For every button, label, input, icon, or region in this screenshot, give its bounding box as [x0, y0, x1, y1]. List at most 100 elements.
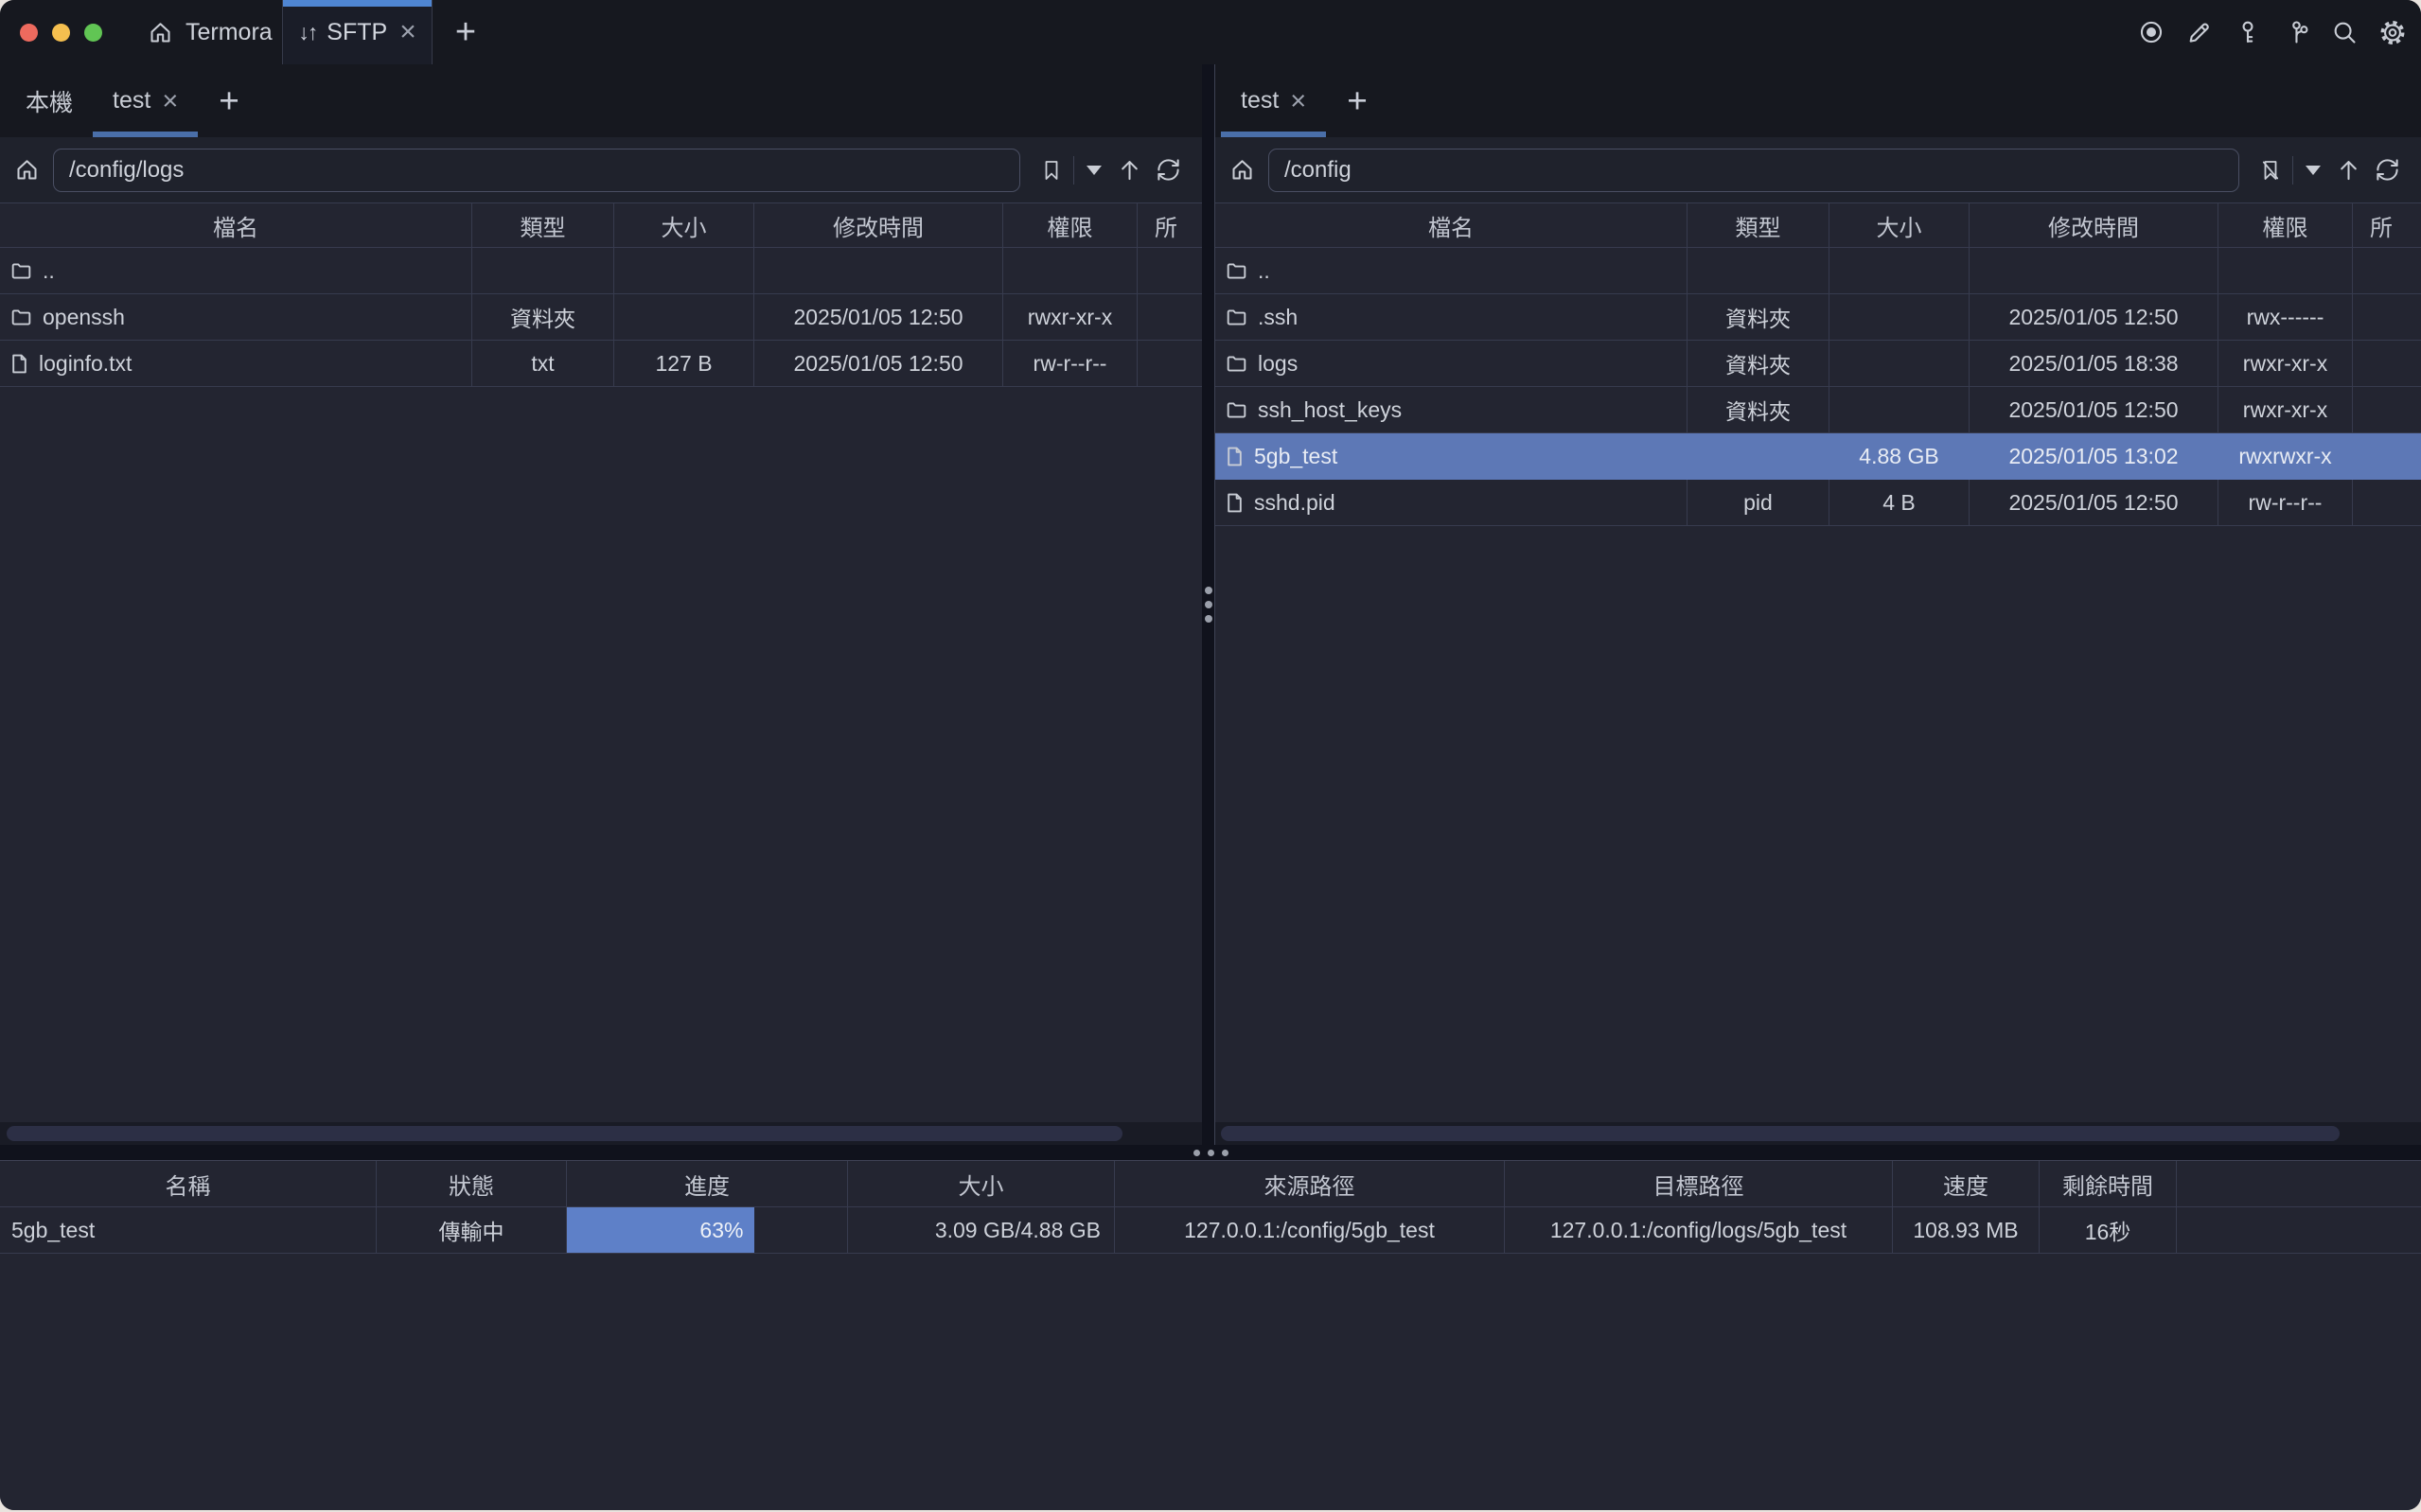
left-file-table: 檔名 類型 大小 修改時間 權限 所 .. openssh [0, 202, 1202, 1145]
column-header-size[interactable]: 大小 [848, 1161, 1115, 1207]
close-tab-icon[interactable]: × [399, 23, 416, 42]
right-pane: test × + [1215, 64, 2421, 1145]
column-header-remaining[interactable]: 剩餘時間 [2040, 1161, 2177, 1207]
folder-icon [1227, 262, 1246, 280]
file-icon [1227, 447, 1243, 466]
pane-splitter[interactable] [1202, 64, 1215, 1145]
file-icon [11, 354, 27, 374]
record-icon[interactable] [2138, 19, 2165, 45]
column-header-size[interactable]: 大小 [1829, 203, 1970, 247]
folder-icon [1227, 401, 1246, 419]
path-input[interactable] [1268, 149, 2239, 192]
transfers-splitter[interactable] [0, 1145, 2421, 1161]
file-name: .ssh [1258, 305, 1298, 330]
key-icon[interactable] [2235, 19, 2261, 45]
file-row[interactable]: .ssh 資料夾 2025/01/05 12:50 rwx------ [1215, 294, 2421, 341]
transfer-source-path: 127.0.0.1:/config/5gb_test [1115, 1207, 1505, 1254]
file-icon [1227, 493, 1243, 513]
close-icon[interactable]: × [162, 92, 178, 111]
close-icon[interactable]: × [1290, 92, 1306, 111]
file-row[interactable]: .. [1215, 248, 2421, 294]
file-row[interactable]: .. [0, 248, 1202, 294]
file-row[interactable]: openssh 資料夾 2025/01/05 12:50 rwxr-xr-x [0, 294, 1202, 341]
app-tab-label: Termora [186, 19, 273, 46]
transfer-spacer [2177, 1207, 2421, 1254]
titlebar-toolbar [2138, 0, 2406, 64]
bookmark-icon[interactable] [1040, 158, 1063, 183]
settings-gear-icon[interactable] [2379, 19, 2406, 45]
file-name: .. [43, 258, 55, 284]
progress-label: 63% [699, 1218, 743, 1243]
divider [2292, 156, 2293, 185]
left-table-header: 檔名 類型 大小 修改時間 權限 所 [0, 202, 1202, 248]
divider [1073, 156, 1074, 185]
add-pane-tab-button[interactable]: + [1326, 64, 1388, 137]
column-header-speed[interactable]: 速度 [1893, 1161, 2040, 1207]
main-area: 本機 test × + [0, 64, 2421, 1145]
column-header-source[interactable]: 來源路徑 [1115, 1161, 1505, 1207]
bookmark-dropdown-caret[interactable] [2306, 166, 2321, 175]
column-header-owner[interactable]: 所 [2353, 203, 2421, 247]
column-header-progress[interactable]: 進度 [567, 1161, 848, 1207]
column-header-status[interactable]: 狀態 [377, 1161, 567, 1207]
transfer-remaining-time: 16秒 [2040, 1207, 2177, 1254]
column-header-permissions[interactable]: 權限 [1003, 203, 1138, 247]
sftp-tab-label: SFTP [327, 19, 387, 46]
transfer-row[interactable]: 5gb_test 傳輸中 63% 3.09 GB/4.88 GB 127.0.0… [0, 1207, 2421, 1254]
tab-sftp[interactable]: ↓↑ SFTP × [282, 0, 433, 64]
parent-directory-icon[interactable] [2336, 157, 2361, 183]
minimize-window-button[interactable] [52, 24, 70, 42]
file-row[interactable]: loginfo.txt txt 127 B 2025/01/05 12:50 r… [0, 341, 1202, 387]
left-path-bar [0, 137, 1202, 202]
pane-tab-local[interactable]: 本機 [6, 64, 93, 137]
pane-tab-test[interactable]: test × [1221, 64, 1326, 137]
refresh-icon[interactable] [1156, 157, 1181, 183]
add-pane-tab-button[interactable]: + [198, 64, 260, 137]
column-header-modified[interactable]: 修改時間 [754, 203, 1003, 247]
home-icon[interactable] [1229, 157, 1255, 183]
folder-icon [11, 262, 31, 280]
left-pane: 本機 test × + [0, 64, 1202, 1145]
new-tab-button[interactable]: + [437, 0, 494, 64]
fullscreen-window-button[interactable] [84, 24, 102, 42]
transfer-name: 5gb_test [0, 1207, 377, 1254]
pane-tab-label: test [1241, 87, 1279, 114]
search-icon[interactable] [2331, 19, 2358, 45]
close-window-button[interactable] [20, 24, 38, 42]
file-name: logs [1258, 351, 1298, 377]
column-header-name[interactable]: 檔名 [1215, 203, 1688, 247]
horizontal-scrollbar[interactable] [1221, 1126, 2340, 1141]
refresh-icon[interactable] [2375, 157, 2400, 183]
column-header-type[interactable]: 類型 [1688, 203, 1829, 247]
file-row-selected[interactable]: 5gb_test 4.88 GB 2025/01/05 13:02 rwxrwx… [1215, 433, 2421, 480]
column-header-owner[interactable]: 所 [1138, 203, 1202, 247]
file-row[interactable]: logs 資料夾 2025/01/05 18:38 rwxr-xr-x [1215, 341, 2421, 387]
bookmark-dropdown-caret[interactable] [1087, 166, 1102, 175]
column-header-name[interactable]: 檔名 [0, 203, 472, 247]
horizontal-scrollbar[interactable] [7, 1126, 1122, 1141]
progress-fill: 63% [567, 1207, 754, 1253]
column-header-target[interactable]: 目標路徑 [1505, 1161, 1893, 1207]
path-input[interactable] [53, 149, 1020, 192]
edit-icon[interactable] [2186, 19, 2213, 45]
file-row[interactable]: ssh_host_keys 資料夾 2025/01/05 12:50 rwxr-… [1215, 387, 2421, 433]
column-header-type[interactable]: 類型 [472, 203, 614, 247]
parent-directory-icon[interactable] [1117, 157, 1142, 183]
folder-icon [1227, 308, 1246, 326]
titlebar: Termora ↓↑ SFTP × + [0, 0, 2421, 64]
bookmark-remove-icon[interactable] [2259, 158, 2282, 183]
app-window: Termora ↓↑ SFTP × + [0, 0, 2421, 1510]
column-header-modified[interactable]: 修改時間 [1970, 203, 2218, 247]
column-header-size[interactable]: 大小 [614, 203, 754, 247]
keychain-icon[interactable] [2283, 19, 2309, 45]
transfer-speed: 108.93 MB [1893, 1207, 2040, 1254]
transfer-status: 傳輸中 [377, 1207, 567, 1254]
folder-icon [1227, 355, 1246, 373]
pane-tab-test[interactable]: test × [93, 64, 198, 137]
pane-tab-label: 本機 [26, 84, 73, 118]
column-header-permissions[interactable]: 權限 [2218, 203, 2353, 247]
home-icon[interactable] [14, 157, 40, 183]
column-header-name[interactable]: 名稱 [0, 1161, 377, 1207]
tab-termora-home[interactable]: Termora [140, 0, 280, 64]
file-row[interactable]: sshd.pid pid 4 B 2025/01/05 12:50 rw-r--… [1215, 480, 2421, 526]
